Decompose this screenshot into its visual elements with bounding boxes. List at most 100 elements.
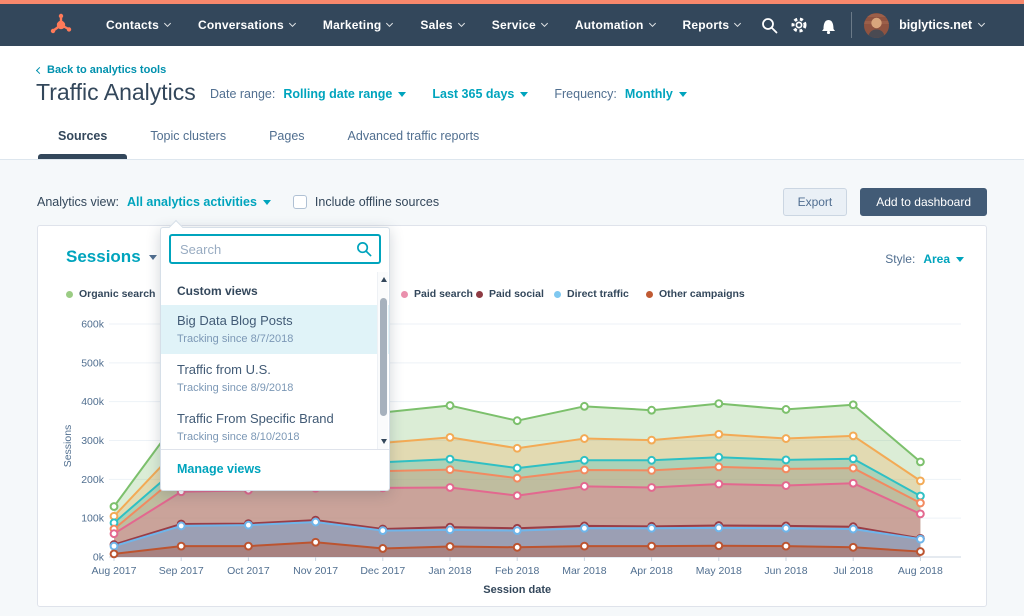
search-icon[interactable]: [754, 17, 784, 34]
nav-marketing[interactable]: Marketing: [323, 18, 392, 32]
svg-text:Aug 2018: Aug 2018: [898, 565, 943, 577]
manage-views-link[interactable]: Manage views: [177, 462, 261, 476]
analytics-view-select[interactable]: All analytics activities: [127, 195, 271, 209]
svg-text:600k: 600k: [81, 319, 105, 331]
legend-item-paid-search[interactable]: Paid search: [401, 288, 473, 300]
frequency-select[interactable]: Monthly: [625, 87, 687, 101]
analytics-view-controls: Analytics view: All analytics activities…: [37, 188, 987, 216]
svg-text:Jan 2018: Jan 2018: [428, 565, 471, 577]
legend-dot: [66, 291, 73, 298]
hubspot-sprocket-logo[interactable]: [48, 12, 74, 38]
tab-advanced-traffic-reports[interactable]: Advanced traffic reports: [348, 129, 480, 159]
caret-down-icon: [398, 92, 406, 97]
tab-pages[interactable]: Pages: [269, 129, 304, 159]
back-to-analytics-tools-link[interactable]: Back to analytics tools: [37, 64, 166, 76]
legend-item-direct-traffic[interactable]: Direct traffic: [554, 288, 629, 300]
scrollbar-thumb[interactable]: [380, 298, 387, 416]
svg-text:Jun 2018: Jun 2018: [764, 565, 807, 577]
nav-service[interactable]: Service: [492, 18, 547, 32]
svg-text:300k: 300k: [81, 435, 105, 447]
search-icon: [356, 241, 372, 262]
chevron-down-icon: [289, 20, 296, 27]
chevron-down-icon: [648, 20, 655, 27]
legend-item-other-campaigns[interactable]: Other campaigns: [646, 288, 745, 300]
svg-text:Session date: Session date: [483, 584, 551, 596]
chevron-left-icon: [36, 66, 43, 73]
legend-item-organic-search[interactable]: Organic search: [66, 288, 155, 300]
scroll-up-arrow-icon[interactable]: [381, 277, 387, 282]
include-offline-sources-checkbox[interactable]: [293, 195, 307, 209]
legend-item-paid-social[interactable]: Paid social: [476, 288, 544, 300]
dropdown-pointer: [169, 220, 183, 234]
page-title: Traffic Analytics: [36, 79, 196, 106]
chevron-down-icon: [541, 20, 548, 27]
account-menu[interactable]: biglytics.net: [899, 18, 984, 32]
svg-text:Dec 2017: Dec 2017: [360, 565, 405, 577]
legend-dot: [476, 291, 483, 298]
svg-text:500k: 500k: [81, 357, 105, 369]
add-to-dashboard-button[interactable]: Add to dashboard: [860, 188, 987, 216]
svg-text:0k: 0k: [93, 552, 105, 564]
traffic-analytics-page: Contacts Conversations Marketing Sales S…: [0, 0, 1024, 616]
svg-text:100k: 100k: [81, 513, 105, 525]
dropdown-group-header: Custom views: [161, 272, 389, 305]
nav-divider: [851, 12, 852, 38]
dropdown-item-traffic-from-us[interactable]: Traffic from U.S. Tracking since 8/9/201…: [161, 354, 389, 403]
chevron-down-icon: [164, 20, 171, 27]
caret-down-icon: [956, 257, 964, 262]
style-label: Style:: [885, 252, 915, 266]
legend-dot: [646, 291, 653, 298]
svg-text:Oct 2017: Oct 2017: [227, 565, 270, 577]
dropdown-search: [169, 234, 381, 264]
svg-text:May 2018: May 2018: [696, 565, 742, 577]
legend-dot: [401, 291, 408, 298]
scroll-down-arrow-icon[interactable]: [381, 439, 387, 444]
page-header: Back to analytics tools Traffic Analytic…: [0, 46, 1024, 160]
dropdown-list: Custom views Big Data Blog Posts Trackin…: [161, 272, 389, 449]
legend-dot: [554, 291, 561, 298]
export-button[interactable]: Export: [783, 188, 848, 216]
chart-style-select: Style: Area: [885, 252, 964, 266]
metric-select[interactable]: Sessions: [66, 247, 157, 267]
svg-text:400k: 400k: [81, 396, 105, 408]
svg-text:Feb 2018: Feb 2018: [495, 565, 540, 577]
tab-topic-clusters[interactable]: Topic clusters: [150, 129, 226, 159]
svg-text:Sep 2017: Sep 2017: [159, 565, 204, 577]
user-avatar[interactable]: [864, 13, 889, 38]
caret-down-icon: [679, 92, 687, 97]
top-navigation-bar: Contacts Conversations Marketing Sales S…: [0, 4, 1024, 46]
caret-down-icon: [263, 200, 271, 205]
nav-automation[interactable]: Automation: [575, 18, 655, 32]
dropdown-scrollbar[interactable]: [377, 272, 388, 449]
chevron-down-icon: [458, 20, 465, 27]
svg-text:Aug 2017: Aug 2017: [92, 565, 137, 577]
analytics-view-dropdown-panel: Custom views Big Data Blog Posts Trackin…: [160, 227, 390, 491]
svg-text:200k: 200k: [81, 474, 105, 486]
date-range-label: Date range:: [210, 87, 275, 101]
settings-gear-icon[interactable]: [784, 16, 814, 34]
tab-sources[interactable]: Sources: [58, 129, 107, 159]
nav-sales[interactable]: Sales: [420, 18, 463, 32]
caret-down-icon: [520, 92, 528, 97]
dropdown-footer: Manage views: [161, 449, 389, 490]
nav-conversations[interactable]: Conversations: [198, 18, 295, 32]
notifications-bell-icon[interactable]: [814, 17, 844, 34]
svg-text:Apr 2018: Apr 2018: [630, 565, 673, 577]
dropdown-item-traffic-from-specific-brand[interactable]: Traffic From Specific Brand Tracking sin…: [161, 403, 389, 449]
analytics-view-label: Analytics view:: [37, 195, 119, 209]
svg-text:Mar 2018: Mar 2018: [562, 565, 607, 577]
date-range-value-select[interactable]: Last 365 days: [432, 87, 528, 101]
include-offline-sources-label: Include offline sources: [315, 195, 439, 209]
date-controls: Date range: Rolling date range Last 365 …: [210, 87, 713, 101]
dropdown-search-input[interactable]: [169, 234, 381, 264]
chevron-down-icon: [734, 20, 741, 27]
report-tabs: Sources Topic clusters Pages Advanced tr…: [58, 129, 522, 159]
date-range-type-select[interactable]: Rolling date range: [283, 87, 406, 101]
chevron-down-icon: [386, 20, 393, 27]
style-value-select[interactable]: Area: [923, 252, 964, 266]
svg-text:Nov 2017: Nov 2017: [293, 565, 338, 577]
frequency-label: Frequency:: [554, 87, 617, 101]
dropdown-item-big-data-blog-posts[interactable]: Big Data Blog Posts Tracking since 8/7/2…: [161, 305, 389, 354]
nav-reports[interactable]: Reports: [683, 18, 741, 32]
nav-contacts[interactable]: Contacts: [106, 18, 170, 32]
